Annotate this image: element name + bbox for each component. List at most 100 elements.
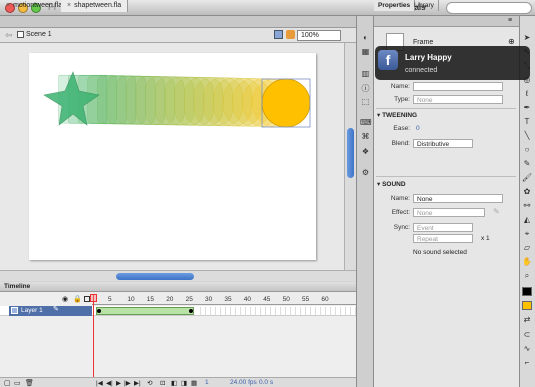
brush-tool-icon[interactable]: 🖌 <box>521 173 533 184</box>
align-icon[interactable]: ▥ <box>360 69 371 79</box>
panel-tabs <box>374 16 519 27</box>
hand-tool-icon[interactable]: ✋ <box>521 257 533 268</box>
tweening-section-header[interactable]: ▾ TWEENING <box>377 111 417 119</box>
code-snippets-icon[interactable]: ⌨ <box>360 118 372 128</box>
new-layer-icon[interactable]: ▢ <box>4 379 11 387</box>
line-tool-icon[interactable]: ╲ <box>521 131 533 142</box>
ruler-tick-label: 55 <box>302 296 310 303</box>
smooth-icon[interactable]: ∿ <box>521 344 533 355</box>
repeat-count[interactable]: x 1 <box>481 235 490 242</box>
pencil-tool-icon[interactable]: ✎ <box>521 159 533 170</box>
delete-layer-icon[interactable]: 🗑 <box>25 379 34 387</box>
playhead[interactable] <box>90 294 97 302</box>
lock-icon[interactable]: 🔒 <box>73 295 82 303</box>
ease-value[interactable]: 0 <box>416 125 420 132</box>
edit-frames-icon[interactable]: ▦ <box>191 379 197 387</box>
edit-scene-icon[interactable] <box>286 30 295 39</box>
circle-shape[interactable] <box>261 78 311 128</box>
name-label: Name: <box>390 83 410 90</box>
sync-label: Sync: <box>393 224 410 231</box>
snap-icon[interactable]: ⊂ <box>521 330 533 341</box>
ruler-tick-label: 45 <box>263 296 271 303</box>
sound-name-select[interactable]: None <box>413 194 503 203</box>
selection-tool-icon[interactable]: ➤ <box>521 33 533 44</box>
eyedropper-tool-icon[interactable]: ⌖ <box>521 229 533 240</box>
notification-toast[interactable] <box>375 46 530 80</box>
tab-library[interactable]: Library <box>410 0 439 11</box>
onion-outline-icon[interactable]: ◨ <box>181 379 187 387</box>
tween-span[interactable] <box>96 307 194 315</box>
label-type-select[interactable]: None <box>413 95 503 104</box>
scene-icon <box>17 31 24 38</box>
sync-select[interactable]: Event <box>413 223 473 232</box>
eye-icon[interactable]: ◉ <box>62 295 68 303</box>
horizontal-scrollbar[interactable] <box>0 270 356 281</box>
back-arrow-icon[interactable]: ⇦ <box>5 30 13 41</box>
motion-presets-icon[interactable]: ❖ <box>360 147 371 157</box>
info-icon[interactable]: ⓘ <box>360 83 371 93</box>
scroll-thumb[interactable] <box>347 128 354 178</box>
deco-tool-icon[interactable]: ✿ <box>521 187 533 198</box>
stroke-color-swatch[interactable] <box>522 287 532 296</box>
ruler-tick-label: 25 <box>185 296 193 303</box>
effect-select[interactable]: None <box>413 208 485 217</box>
elapsed-time: 0.0 s <box>259 379 274 386</box>
color-icon[interactable]: ◐ <box>360 33 371 43</box>
end-keyframe[interactable] <box>189 309 193 313</box>
help-icon[interactable]: ⊕ <box>508 37 515 46</box>
lasso-tool-icon[interactable]: ℓ <box>521 89 533 100</box>
new-folder-icon[interactable]: ▭ <box>14 379 21 387</box>
playhead-line <box>93 294 94 387</box>
sound-section-header[interactable]: ▾ SOUND <box>377 180 406 188</box>
components-icon[interactable]: ⌘ <box>360 132 371 142</box>
actions-icon[interactable]: ⚙ <box>360 168 371 178</box>
tab-properties[interactable]: Properties <box>374 0 416 11</box>
tweening-header-label: TWEENING <box>382 112 418 119</box>
transform-icon[interactable]: ⬚ <box>360 97 371 107</box>
ruler-tick-label: 15 <box>146 296 155 303</box>
swatches-icon[interactable]: ▦ <box>360 47 371 57</box>
edit-symbols-icon[interactable] <box>274 30 283 39</box>
loop-icon[interactable]: ⟲ <box>147 379 152 387</box>
tab-shapetween[interactable]: × shapetween.fla <box>61 0 129 12</box>
close-tab-icon[interactable]: × <box>67 2 71 9</box>
repeat-select[interactable]: Repeat <box>413 234 473 243</box>
edit-envelope-icon[interactable]: ✎ <box>493 207 500 216</box>
tab-motiontween[interactable]: × motiontween.fla <box>0 0 70 12</box>
vertical-scrollbar[interactable] <box>344 43 356 270</box>
stage-canvas[interactable] <box>29 53 316 260</box>
start-keyframe[interactable] <box>97 309 101 313</box>
text-tool-icon[interactable]: T <box>521 117 533 128</box>
zoom-tool-icon[interactable]: ⌕ <box>521 271 533 282</box>
straighten-icon[interactable]: ⌐ <box>521 358 533 369</box>
layer-frames <box>196 307 356 315</box>
swap-colors-icon[interactable]: ⇄ <box>521 315 533 326</box>
ruler-tick-label: 20 <box>166 296 174 303</box>
scene-label[interactable]: Scene 1 <box>26 31 52 38</box>
paint-bucket-tool-icon[interactable]: ◭ <box>521 215 533 226</box>
frame-rate[interactable]: 24.00 fps <box>230 379 257 386</box>
zoom-select[interactable]: 100% <box>297 30 341 41</box>
timeline-header: Timeline <box>0 282 356 292</box>
last-frame-button[interactable]: ▶| <box>134 379 141 387</box>
play-button[interactable]: ▶ <box>116 379 121 387</box>
oval-tool-icon[interactable]: ○ <box>521 145 533 156</box>
blend-select[interactable]: Distributive <box>413 139 473 148</box>
help-search-input[interactable] <box>446 2 532 14</box>
timeline-title[interactable]: Timeline <box>4 283 30 290</box>
eraser-tool-icon[interactable]: ▱ <box>521 243 533 254</box>
first-frame-button[interactable]: |◀ <box>96 379 103 387</box>
bone-tool-icon[interactable]: ⚯ <box>521 201 533 212</box>
pen-tool-icon[interactable]: ✒ <box>521 103 533 114</box>
prev-frame-button[interactable]: ◀| <box>106 379 113 387</box>
center-frame-icon[interactable]: ⊡ <box>160 379 165 387</box>
close-tab-icon[interactable]: × <box>6 2 10 9</box>
next-frame-button[interactable]: |▶ <box>124 379 131 387</box>
timeline-footer: ▢ ▭ 🗑 |◀ ◀| ▶ |▶ ▶| ⟲ ⊡ ◧ ◨ ▦ 1 24.00 fp… <box>0 377 356 387</box>
frame-name-input[interactable] <box>413 82 503 91</box>
onion-skin-icon[interactable]: ◧ <box>171 379 177 387</box>
fill-color-swatch[interactable] <box>522 301 532 310</box>
panel-menu-icon[interactable]: ≡ <box>508 17 512 24</box>
layer-name[interactable]: Layer 1 <box>9 306 92 316</box>
scroll-thumb[interactable] <box>116 273 194 280</box>
